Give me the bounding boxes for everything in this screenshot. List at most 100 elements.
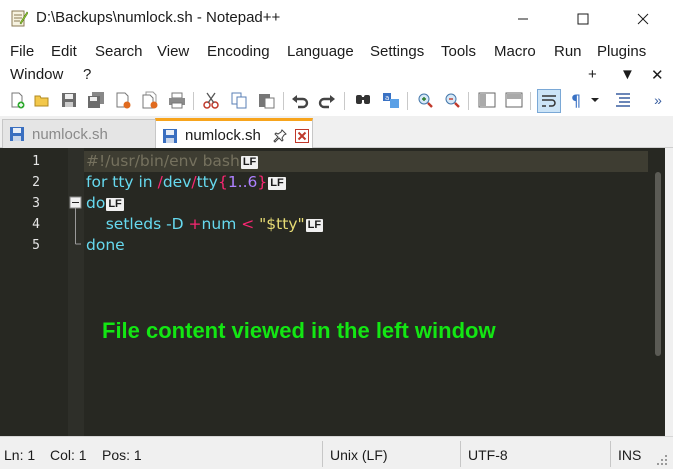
- code-token: in: [138, 173, 153, 191]
- menu-settings[interactable]: Settings: [370, 43, 424, 60]
- svg-text:a: a: [385, 94, 389, 102]
- new-tab-control[interactable]: +: [588, 66, 597, 83]
- pin-icon[interactable]: [273, 128, 287, 143]
- code-token: num: [201, 215, 242, 233]
- open-file-icon[interactable]: [31, 89, 53, 111]
- toolbar-separator: [193, 92, 194, 110]
- toolbar-separator: [407, 92, 408, 110]
- line-number: 5: [32, 238, 40, 253]
- paste-icon[interactable]: [255, 89, 277, 111]
- menu-window[interactable]: Window: [10, 66, 63, 83]
- status-separator: [460, 441, 461, 467]
- close-doc-control[interactable]: ✕: [651, 66, 664, 84]
- code-token: #!/usr/bin/env bash: [86, 152, 240, 170]
- print-icon[interactable]: [166, 89, 188, 111]
- show-all-characters-icon[interactable]: ¶: [566, 89, 588, 111]
- close-file-icon[interactable]: [112, 89, 134, 111]
- toolbar-separator: [468, 92, 469, 110]
- menu-plugins[interactable]: Plugins: [597, 43, 646, 60]
- replace-icon[interactable]: a: [380, 89, 402, 111]
- status-bar: Ln: 1 Col: 1 Pos: 1 Unix (LF) UTF-8 INS: [0, 436, 673, 469]
- line-number-gutter: 1 2 3 4 5: [0, 148, 68, 436]
- code-token: tty: [107, 173, 139, 191]
- zoom-in-icon[interactable]: [414, 89, 436, 111]
- maximize-icon: [577, 13, 589, 25]
- zoom-out-icon[interactable]: [441, 89, 463, 111]
- toolbar-separator: [344, 92, 345, 110]
- redo-icon[interactable]: [316, 89, 338, 111]
- vertical-scrollbar[interactable]: [652, 148, 665, 436]
- maximize-button[interactable]: [560, 0, 606, 38]
- code-token: {: [217, 173, 228, 191]
- eol-marker: LF: [106, 198, 124, 211]
- status-position: Pos: 1: [102, 447, 142, 463]
- sync-vertical-icon[interactable]: [476, 89, 498, 111]
- editor-area[interactable]: 1 2 3 4 5 #!/usr/bin/env bash LF for tty i…: [0, 148, 673, 436]
- close-all-icon[interactable]: [139, 89, 161, 111]
- line-number: 4: [32, 217, 40, 232]
- menu-help[interactable]: ?: [83, 66, 91, 83]
- tab-label: numlock.sh: [185, 127, 261, 144]
- toolbar-separator: [283, 92, 284, 110]
- tab-list-control[interactable]: ▼: [620, 66, 635, 83]
- menu-encoding[interactable]: Encoding: [207, 43, 270, 60]
- menu-edit[interactable]: Edit: [51, 43, 77, 60]
- code-token: dev: [162, 173, 192, 191]
- svg-text:¶: ¶: [571, 91, 581, 109]
- code-token: setleds -D: [86, 215, 189, 233]
- code-token: done: [86, 236, 125, 254]
- eol-marker: LF: [305, 219, 324, 232]
- cut-icon[interactable]: [200, 89, 222, 111]
- minimize-button[interactable]: [500, 0, 546, 38]
- menu-search[interactable]: Search: [95, 43, 143, 60]
- line-number: 2: [32, 175, 40, 190]
- status-eol-format[interactable]: Unix (LF): [330, 447, 388, 463]
- minimize-icon: [518, 18, 528, 20]
- undo-icon[interactable]: [289, 89, 311, 111]
- code-line: done: [86, 235, 125, 256]
- save-all-icon[interactable]: [85, 89, 107, 111]
- menu-bar: File Edit Search View Encoding Language …: [0, 38, 673, 86]
- menu-macro[interactable]: Macro: [494, 43, 536, 60]
- scrollbar-thumb[interactable]: [655, 172, 661, 356]
- copy-icon[interactable]: [228, 89, 250, 111]
- menu-view[interactable]: View: [157, 43, 189, 60]
- menu-tools[interactable]: Tools: [441, 43, 476, 60]
- new-file-icon[interactable]: [6, 89, 28, 111]
- eol-marker: LF: [268, 177, 286, 190]
- status-encoding[interactable]: UTF-8: [468, 447, 508, 463]
- toolbar: a ¶ »: [0, 86, 673, 116]
- eol-marker: LF: [240, 156, 259, 169]
- resize-grip-icon[interactable]: [655, 453, 669, 469]
- chevron-down-icon[interactable]: [588, 89, 602, 111]
- menu-run[interactable]: Run: [554, 43, 582, 60]
- code-line: do LF: [86, 193, 124, 214]
- close-button[interactable]: [620, 0, 666, 38]
- status-insert-mode[interactable]: INS: [618, 447, 641, 463]
- annotation-note: File content viewed in the left window: [102, 318, 496, 343]
- code-line: setleds -D +num < "$tty" LF: [86, 214, 324, 235]
- code-line: #!/usr/bin/env bash LF: [86, 151, 259, 172]
- save-icon[interactable]: [58, 89, 80, 111]
- notepadpp-window: D:\Backups\numlock.sh - Notepad++ File E…: [0, 0, 673, 469]
- code-token: tty: [196, 173, 218, 191]
- tab-close-icon[interactable]: [294, 128, 309, 143]
- window-edge: [665, 148, 673, 436]
- code-token: <: [241, 215, 255, 233]
- menu-file[interactable]: File: [10, 43, 34, 60]
- sync-horizontal-icon[interactable]: [503, 89, 525, 111]
- tab-numlock-inactive[interactable]: numlock.sh: [2, 119, 156, 148]
- more-tools-icon[interactable]: »: [648, 89, 668, 111]
- code-token: "$tty": [259, 215, 305, 233]
- window-title: D:\Backups\numlock.sh - Notepad++: [36, 9, 281, 26]
- notepad-icon: [10, 9, 29, 27]
- code-token: 1..6: [227, 173, 258, 191]
- title-bar: D:\Backups\numlock.sh - Notepad++: [0, 0, 673, 38]
- toolbar-separator: [530, 92, 531, 110]
- tab-numlock-active[interactable]: numlock.sh: [155, 118, 313, 150]
- status-separator: [322, 441, 323, 467]
- indent-guide-icon[interactable]: [612, 89, 634, 111]
- word-wrap-icon[interactable]: [537, 89, 561, 113]
- find-icon[interactable]: [352, 89, 374, 111]
- menu-language[interactable]: Language: [287, 43, 354, 60]
